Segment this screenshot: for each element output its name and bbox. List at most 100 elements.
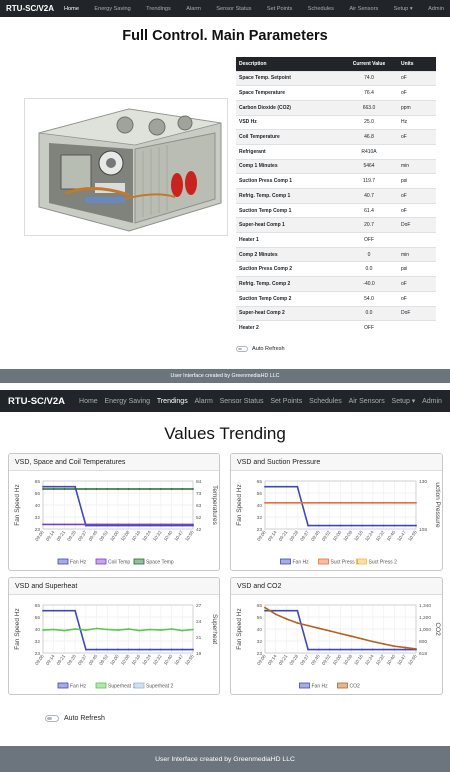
data-point (117, 648, 119, 651)
data-point (382, 501, 385, 504)
toggle-track[interactable] (236, 346, 248, 352)
chart-card-superheat: VSD and Superheat Fan Speed Hz Superheat 6… (8, 577, 220, 695)
legend-swatch[interactable] (57, 558, 69, 565)
data-point (371, 501, 374, 504)
x-tick-label: 09:37 (299, 653, 310, 666)
auto-refresh-switch-2[interactable]: Auto Refresh (45, 715, 105, 722)
chart-title: VSD, Space and Coil Temperatures (9, 454, 219, 471)
y2-axis-label: uction Pressure (434, 482, 441, 528)
nav-item-energy-saving[interactable]: Energy Saving (105, 398, 151, 405)
navbar-top: RTU-SC/V2A Home Energy Saving Trendings Ala… (0, 0, 450, 17)
data-point (84, 523, 87, 526)
legend-swatch[interactable] (133, 558, 145, 565)
row-description: Super-heat Comp 1 (236, 217, 340, 233)
nav-item-home[interactable]: Home (79, 398, 98, 405)
nav-links: Home Energy Saving Trendings Alarm Sensor St… (79, 397, 442, 406)
legend-swatch[interactable] (299, 682, 310, 689)
table-row: Refrigerant R410A (236, 143, 436, 160)
y2-tick-label: 73 (196, 491, 202, 497)
data-point (63, 488, 66, 490)
table-row: Super-heat Comp 2 0.0 DoF (236, 305, 436, 321)
row-value: 76.4 (340, 85, 398, 101)
y2-tick-label: 21 (196, 635, 202, 641)
data-point (170, 628, 173, 630)
legend-swatch[interactable] (356, 558, 367, 565)
nav-item-alarm[interactable]: Alarm (195, 398, 213, 405)
row-value: 663.0 (340, 99, 398, 116)
y-tick-label: 32 (257, 515, 263, 521)
auto-refresh-switch-1[interactable]: Auto Refresh (236, 346, 285, 352)
brand-logo[interactable]: RTU-SC/V2A (6, 4, 54, 13)
data-point (170, 648, 173, 651)
row-description: VSD Hz (236, 114, 340, 130)
data-point (127, 628, 130, 630)
x-tick-label: 10:00 (109, 653, 120, 666)
nav-item-air-sensors[interactable]: Air Sensors (349, 6, 378, 12)
data-point (149, 488, 152, 490)
nav-item-energy-saving[interactable]: Energy Saving (94, 6, 130, 12)
nav-item-home[interactable]: Home (64, 6, 79, 12)
footer-top: User Interface created by GreenmediaHD L… (0, 369, 450, 383)
nav-item-alarm[interactable]: Alarm (186, 6, 201, 12)
nav-item-setup[interactable]: Setup ▾ (392, 397, 416, 405)
nav-item-setup[interactable]: Setup ▾ (394, 6, 413, 12)
legend-swatch[interactable] (95, 558, 107, 565)
brand-logo[interactable]: RTU-SC/V2A (8, 396, 65, 407)
toggle-track[interactable] (45, 715, 59, 722)
nav-item-trendings[interactable]: Trendings (146, 6, 171, 12)
data-point (361, 638, 363, 640)
legend-label: Superheat 2 (146, 684, 173, 690)
x-tick-label: 10:00 (109, 529, 120, 542)
nav-item-set-points[interactable]: Set Points (267, 6, 293, 12)
auto-refresh-label: Auto Refresh (252, 346, 285, 352)
legend-swatch[interactable] (95, 682, 107, 689)
data-point (274, 609, 277, 612)
rtu-unit-image (24, 98, 228, 236)
row-unit: ppm (398, 99, 436, 116)
y-tick-label: 65 (35, 479, 41, 485)
x-tick-label: 10:16 (353, 529, 364, 542)
data-point (318, 648, 320, 651)
nav-item-air-sensors[interactable]: Air Sensors (349, 398, 385, 405)
nav-item-schedules[interactable]: Schedules (308, 6, 334, 12)
row-description: Suction Press Comp 1 (236, 173, 340, 189)
nav-item-set-points[interactable]: Set Points (270, 398, 302, 405)
data-point (264, 609, 266, 612)
legend-swatch[interactable] (337, 682, 348, 689)
nav-item-admin[interactable]: Admin (428, 6, 444, 12)
data-point (117, 488, 119, 490)
data-point (138, 629, 141, 632)
data-point (371, 524, 374, 527)
table-row: Space Temp. Setpoint 74.0 oF (236, 70, 436, 86)
nav-item-trendings[interactable]: Trendings (157, 398, 188, 405)
data-point (95, 488, 98, 490)
auto-refresh-label: Auto Refresh (64, 715, 105, 722)
data-point (181, 523, 184, 526)
nav-item-sensor-status[interactable]: Sensor Status (216, 6, 251, 12)
data-point (296, 485, 299, 488)
x-tick-label: 10:55 (407, 653, 418, 666)
row-description: Coil Temperature (236, 129, 340, 145)
data-point (350, 524, 353, 527)
data-point (285, 618, 288, 620)
data-point (181, 648, 184, 651)
data-point (393, 648, 396, 651)
x-tick-label: 09:52 (98, 653, 109, 666)
legend-label: Superheat 1 (108, 684, 135, 690)
legend-swatch[interactable] (280, 558, 291, 565)
data-point (307, 648, 310, 651)
data-point (350, 501, 353, 504)
nav-item-admin[interactable]: Admin (422, 398, 442, 405)
legend-swatch[interactable] (133, 682, 145, 689)
data-point (404, 501, 407, 504)
nav-item-sensor-status[interactable]: Sensor Status (220, 398, 264, 405)
nav-item-schedules[interactable]: Schedules (309, 398, 342, 405)
data-point (285, 485, 288, 488)
parameters-table-wrap: Description Current Value Units Space Te… (236, 57, 436, 336)
x-tick-label: 09:45 (310, 529, 321, 542)
x-tick-label: 10:55 (184, 529, 195, 542)
x-tick-label: 09:28 (288, 653, 299, 666)
legend-swatch[interactable] (57, 682, 69, 689)
table-row: Space Temperature 76.4 oF (236, 85, 436, 101)
legend-swatch[interactable] (318, 558, 329, 565)
